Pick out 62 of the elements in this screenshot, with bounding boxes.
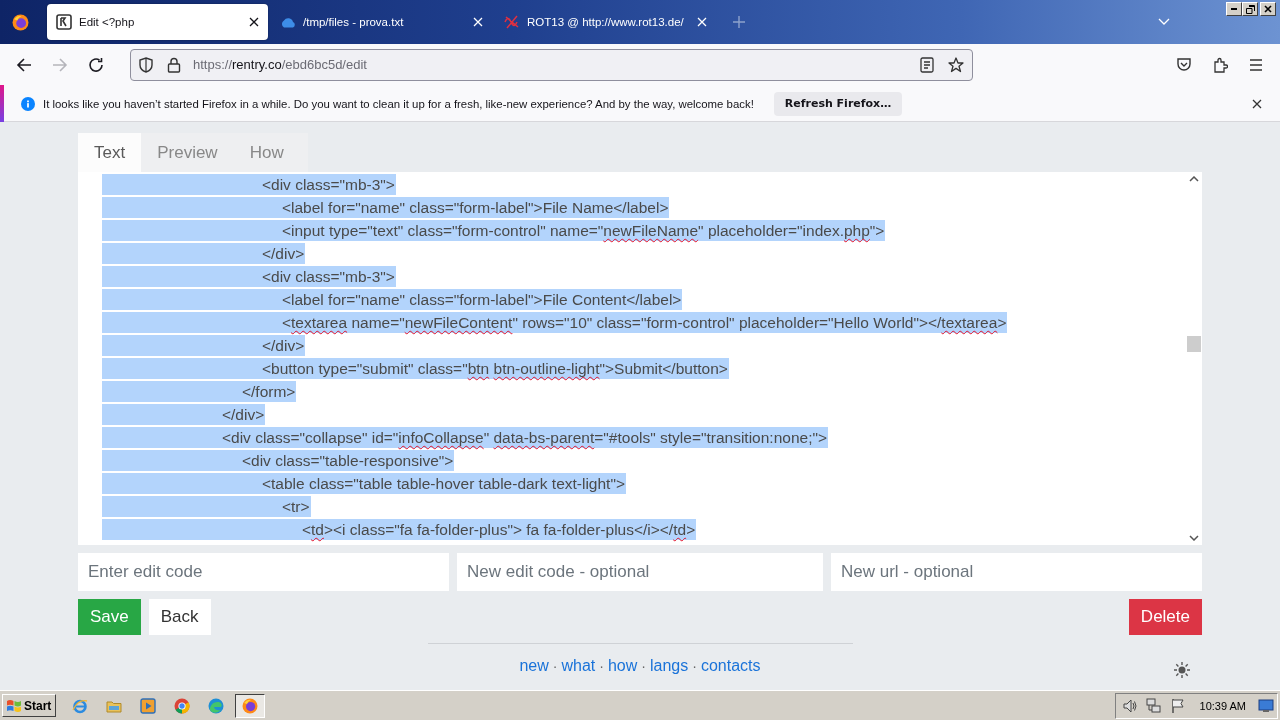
separator-dot: ·: [692, 658, 697, 674]
menu-icon[interactable]: [1248, 56, 1264, 73]
editor-tab[interactable]: Text: [78, 133, 142, 172]
taskbar-button[interactable]: [235, 693, 266, 718]
windows-logo-icon: [6, 698, 22, 713]
notification-message: It looks like you haven’t started Firefox in a while. Do you want to clean it up for a fresh, like-new experience? And by the way, welcome back!: [43, 97, 754, 110]
start-button[interactable]: Start: [2, 694, 57, 717]
footer-link[interactable]: langs: [650, 657, 689, 675]
caret-up-icon[interactable]: [1188, 176, 1199, 182]
reload-icon[interactable]: [88, 56, 104, 73]
separator-dot: ·: [552, 658, 558, 674]
scribble-logo-icon: [504, 14, 520, 30]
browser-tab[interactable]: ROT13 @ http://www.rot13.de/: [495, 4, 716, 40]
separator-dot: ·: [599, 658, 604, 674]
page-logo-icon: [56, 14, 72, 30]
taskbar-clock[interactable]: 10:39 AM: [1199, 699, 1246, 712]
round-browser-icon: [174, 697, 191, 714]
input-field[interactable]: Enter edit code: [78, 553, 449, 591]
fox-browser-icon: [242, 697, 259, 714]
restore-icon: [1245, 4, 1255, 14]
flag-icon[interactable]: [1169, 697, 1186, 714]
pocket-icon[interactable]: [1176, 56, 1192, 73]
back-button[interactable]: Back: [148, 599, 211, 635]
browser-e-icon: [72, 697, 89, 714]
close-window-button[interactable]: [1260, 2, 1276, 16]
minimize-icon: [1231, 8, 1237, 10]
swirl-browser-icon: [208, 697, 225, 714]
speaker-icon[interactable]: [1121, 697, 1138, 714]
input-field[interactable]: New edit code - optional: [457, 553, 823, 591]
delete-button[interactable]: Delete: [1128, 599, 1202, 635]
chevron-down-icon[interactable]: [1158, 18, 1170, 26]
reader-view-icon[interactable]: [920, 56, 934, 73]
desktop-icon[interactable]: [1258, 697, 1274, 714]
shield-icon: [139, 56, 153, 73]
sun-icon[interactable]: [1174, 662, 1190, 678]
footer-link[interactable]: what: [561, 657, 596, 675]
footer-link[interactable]: new: [519, 657, 549, 675]
browser-tab[interactable]: Edit <?php: [47, 4, 268, 40]
input-field[interactable]: New url - optional: [831, 553, 1202, 591]
browser-logo-icon[interactable]: [12, 13, 29, 31]
back-arrow-icon[interactable]: [16, 56, 32, 73]
footer-link[interactable]: contacts: [700, 657, 761, 675]
plus-icon[interactable]: [733, 16, 745, 28]
text-editor[interactable]: [78, 172, 1202, 545]
lock-icon: [167, 56, 181, 73]
refresh-button[interactable]: Refresh Firefox…: [773, 91, 903, 116]
info-icon: [21, 96, 35, 111]
scrollbar-thumb[interactable]: [1187, 336, 1201, 352]
caret-down-icon[interactable]: [1188, 535, 1199, 541]
minimize-button[interactable]: [1226, 2, 1242, 16]
close-icon: [1264, 5, 1272, 13]
star-icon[interactable]: [948, 56, 964, 73]
network-icon[interactable]: [1145, 697, 1162, 714]
footer-link[interactable]: how: [607, 657, 638, 675]
separator-dot: ·: [641, 658, 646, 674]
close-icon[interactable]: [249, 17, 259, 27]
play-icon: [140, 697, 157, 714]
extensions-icon[interactable]: [1212, 56, 1228, 73]
close-icon[interactable]: [1252, 98, 1262, 109]
browser-tab[interactable]: /tmp/files - prova.txt: [271, 4, 492, 40]
url-field[interactable]: https://rentry.co/ebd6bc5d/edit: [130, 48, 973, 81]
restore-button[interactable]: [1242, 2, 1258, 16]
